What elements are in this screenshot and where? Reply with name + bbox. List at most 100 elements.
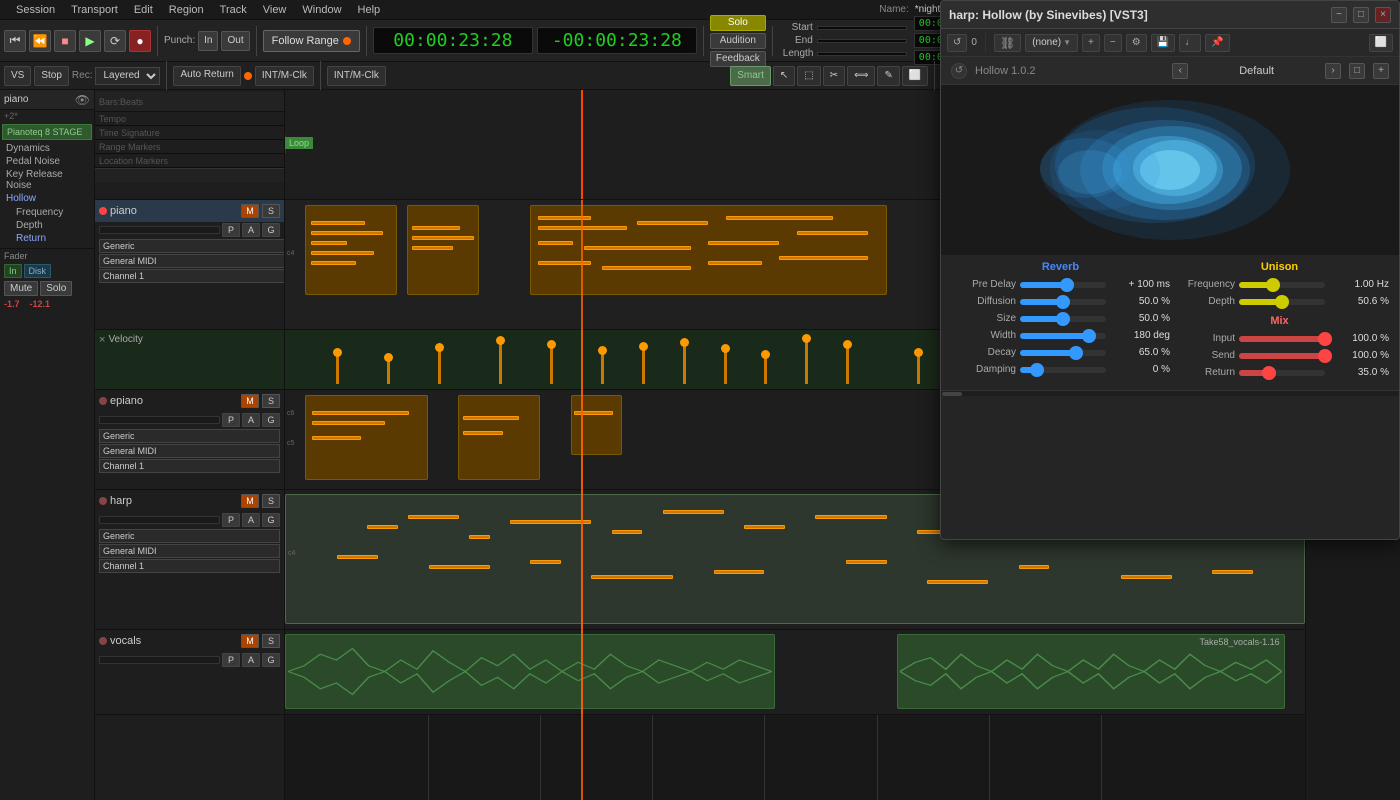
vocals-pag-a[interactable]: A (242, 653, 260, 667)
vocals-record-arm[interactable] (99, 637, 107, 645)
epiano-pag-a[interactable]: A (242, 413, 260, 427)
damping-slider[interactable] (1020, 367, 1106, 373)
in-button[interactable]: In (4, 264, 22, 278)
sub-item-pedal[interactable]: Pedal Noise (0, 155, 94, 168)
vel-dot-5[interactable] (547, 340, 556, 349)
vel-dot-6[interactable] (598, 346, 607, 355)
sub-item-key[interactable]: Key Release Noise (0, 168, 94, 192)
piano-midi[interactable]: General MIDI (99, 254, 285, 268)
vocals-clip-1[interactable] (285, 634, 775, 709)
harp-mute-btn[interactable]: M (241, 494, 259, 508)
vst-expand-btn[interactable]: ⬜ (1369, 34, 1393, 52)
int-m-clk-button[interactable]: INT/M-Clk (255, 66, 314, 86)
vocals-clip-2[interactable]: Take58_vocals-1.16 (897, 634, 1285, 709)
range-btn[interactable]: ⬚ (797, 66, 820, 86)
diffusion-slider[interactable] (1020, 299, 1106, 305)
size-slider[interactable] (1020, 316, 1106, 322)
play-button[interactable]: ▶ (79, 30, 101, 52)
vocals-pag-p[interactable]: P (222, 653, 240, 667)
menu-session[interactable]: Session (8, 4, 63, 16)
vst-preset-plus[interactable]: + (1373, 63, 1389, 79)
velocity-close-btn[interactable]: × (99, 334, 105, 346)
vst-chain-btn[interactable]: ⛓ (994, 34, 1021, 52)
epiano-clip-2[interactable] (458, 395, 540, 480)
vocals-pag-g[interactable]: G (262, 653, 280, 667)
int-m-clk-button2[interactable]: INT/M-Clk (327, 66, 386, 86)
vst-close-btn[interactable]: × (1375, 7, 1391, 23)
smart-btn[interactable]: Smart (730, 66, 771, 86)
mute-button[interactable]: Mute (4, 281, 38, 296)
epiano-record-arm[interactable] (99, 397, 107, 405)
vst-history-btn[interactable]: ↺ (947, 34, 967, 52)
width-slider[interactable] (1020, 333, 1106, 339)
menu-window[interactable]: Window (294, 4, 349, 16)
epiano-name-row[interactable]: epiano M S (95, 390, 284, 412)
sub-item-dynamics[interactable]: Dynamics (0, 142, 94, 155)
solo-button[interactable]: Solo (710, 15, 766, 31)
stretch-btn[interactable]: ⟺ (847, 66, 875, 86)
instrument-box[interactable]: Pianoteq 8 STAGE (2, 124, 92, 140)
stop-button[interactable]: ■ (54, 30, 76, 52)
back-button[interactable]: ⏪ (29, 30, 51, 52)
vel-dot-9[interactable] (721, 344, 730, 353)
harp-pag-a[interactable]: A (242, 513, 260, 527)
vst-remove-btn[interactable]: − (1104, 34, 1122, 52)
freq-slider[interactable] (1239, 282, 1325, 288)
vst-pin-btn[interactable]: 📌 (1205, 34, 1229, 52)
piano-generic[interactable]: Generic (99, 239, 285, 253)
depth-slider[interactable] (1239, 299, 1325, 305)
epiano-pag-g[interactable]: G (262, 413, 280, 427)
menu-edit[interactable]: Edit (126, 4, 161, 16)
sub-item-depth[interactable]: Depth (6, 219, 88, 232)
length-value[interactable] (817, 52, 907, 56)
vel-dot-11[interactable] (802, 334, 811, 343)
vst-preset-dropdown[interactable]: (none) ▼ (1025, 34, 1078, 52)
epiano-clip-1[interactable] (305, 395, 427, 480)
vst-min-btn[interactable]: − (1331, 7, 1347, 23)
epiano-mute-btn[interactable]: M (241, 394, 259, 408)
layered-select[interactable]: Layered Normal (95, 67, 160, 85)
start-value[interactable] (817, 26, 907, 30)
vocals-solo-btn[interactable]: S (262, 634, 280, 648)
cut-btn[interactable]: ✂ (823, 66, 845, 86)
epiano-solo-btn[interactable]: S (262, 394, 280, 408)
piano-channel[interactable]: Channel 1 (99, 269, 285, 283)
harp-solo-btn[interactable]: S (262, 494, 280, 508)
follow-range-button[interactable]: Follow Range (263, 30, 360, 52)
piano-solo-btn[interactable]: S (262, 204, 280, 218)
sub-item-hollow[interactable]: Hollow (0, 192, 94, 205)
epiano-pag-p[interactable]: P (222, 413, 240, 427)
punch-out-button[interactable]: Out (221, 31, 249, 51)
record-button[interactable]: ● (129, 30, 151, 52)
piano-clip-3[interactable] (530, 205, 887, 295)
vocals-lane[interactable]: Take58_vocals-1.16 (285, 630, 1305, 715)
piano-clip-1[interactable] (305, 205, 397, 295)
main-time-display[interactable]: 00:00:23:28 (373, 27, 533, 54)
return-slider[interactable] (1239, 370, 1325, 376)
harp-name-row[interactable]: harp M S (95, 490, 284, 512)
menu-transport[interactable]: Transport (63, 4, 126, 16)
vocals-mute-btn[interactable]: M (241, 634, 259, 648)
menu-view[interactable]: View (255, 4, 295, 16)
menu-help[interactable]: Help (350, 4, 389, 16)
piano-pag-g[interactable]: G (262, 223, 280, 237)
feedback-button[interactable]: Feedback (710, 51, 766, 67)
punch-in-button[interactable]: In (198, 31, 218, 51)
vel-dot-1[interactable] (333, 348, 342, 357)
vst-add-btn[interactable]: + (1082, 34, 1100, 52)
send-slider[interactable] (1239, 353, 1325, 359)
audition-button[interactable]: Audition (710, 33, 766, 49)
vst-preset-full[interactable]: □ (1349, 63, 1365, 79)
loop-marker-2[interactable]: Loop (285, 137, 313, 149)
vst-toggle[interactable]: ↺ (951, 63, 967, 79)
vst-preset-nav-next[interactable]: › (1325, 63, 1341, 79)
vs-button[interactable]: VS (4, 66, 31, 86)
loop-button[interactable]: ⟳ (104, 30, 126, 52)
vst-settings-btn[interactable]: ⚙ (1126, 34, 1147, 52)
vel-dot-8[interactable] (680, 338, 689, 347)
decay-slider[interactable] (1020, 350, 1106, 356)
harp-pag-g[interactable]: G (262, 513, 280, 527)
piano-mute-btn[interactable]: M (241, 204, 259, 218)
vel-dot-7[interactable] (639, 342, 648, 351)
harp-pag-p[interactable]: P (222, 513, 240, 527)
